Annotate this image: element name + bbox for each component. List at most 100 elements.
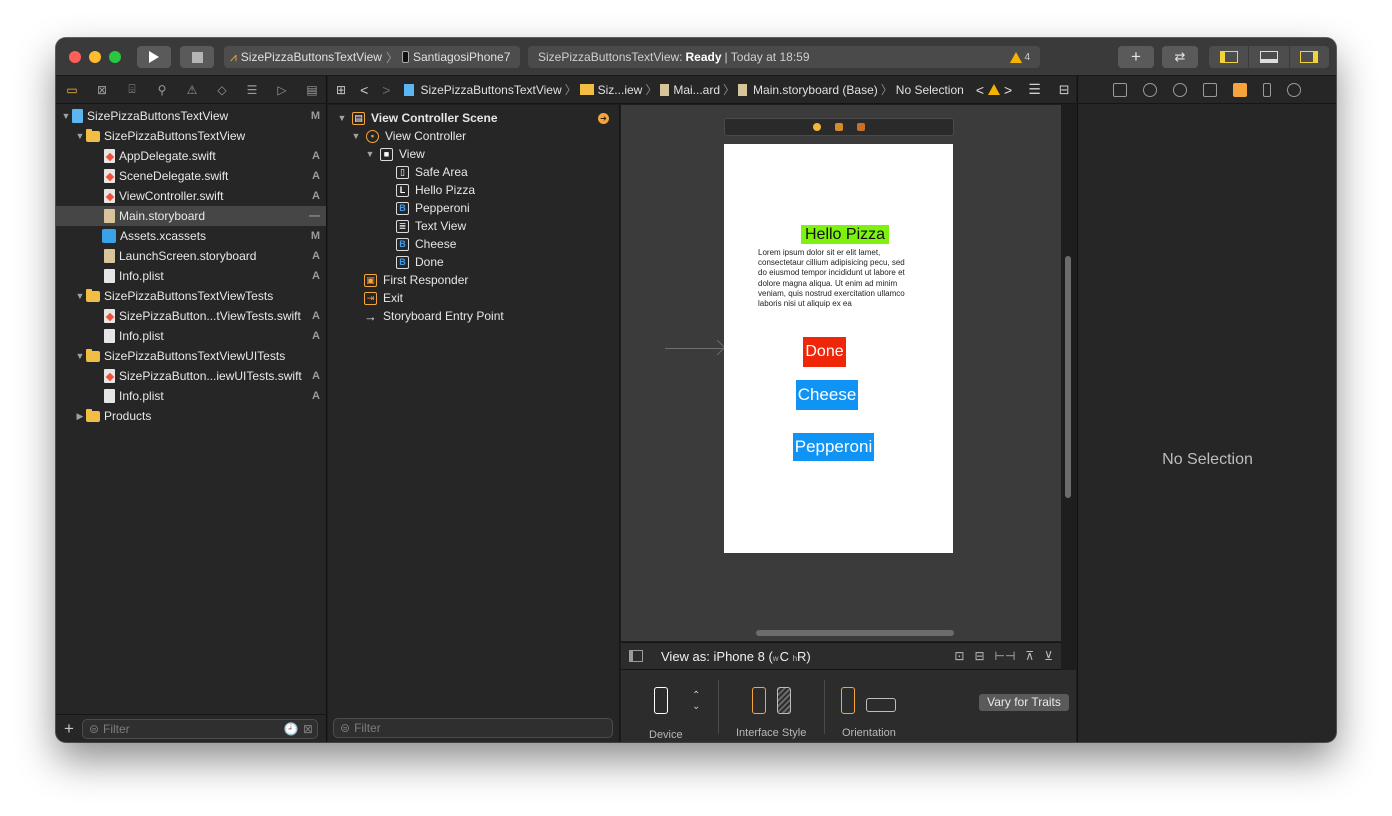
- connections-inspector-icon[interactable]: [1287, 82, 1301, 97]
- outline-row[interactable]: ▯ Safe Area: [328, 163, 619, 181]
- tree-row[interactable]: LaunchScreen.storyboard A: [56, 246, 326, 266]
- vary-for-traits-button[interactable]: Vary for Traits: [979, 694, 1069, 711]
- history-inspector-icon[interactable]: [1143, 82, 1157, 97]
- disclosure-open-icon[interactable]: ▼: [74, 131, 86, 141]
- device-phone-icon[interactable]: [654, 687, 668, 714]
- disclosure-open-icon[interactable]: ▼: [60, 111, 72, 121]
- resolve-issues-icon[interactable]: ⊼: [1025, 649, 1034, 663]
- tree-row[interactable]: ▼ SizePizzaButtonsTextView M: [56, 106, 326, 126]
- folder-tab-icon[interactable]: ▭: [64, 82, 80, 98]
- search-tab-icon[interactable]: ⚲: [154, 82, 170, 98]
- report-tab-icon[interactable]: ▤: [304, 82, 320, 98]
- tree-row[interactable]: Main.storyboard —: [56, 206, 326, 226]
- previous-issue-icon[interactable]: <: [976, 82, 984, 98]
- breadcrumb-localization[interactable]: Main.storyboard (Base): [753, 83, 878, 97]
- toggle-debug-button[interactable]: [1248, 46, 1288, 68]
- run-button[interactable]: [137, 46, 171, 68]
- tree-row[interactable]: Info.plist A: [56, 266, 326, 286]
- stop-button[interactable]: [180, 46, 214, 68]
- test-tab-icon[interactable]: ◇: [214, 82, 230, 98]
- recent-files-icon[interactable]: 🕘: [284, 722, 299, 736]
- next-issue-icon[interactable]: >: [1004, 82, 1012, 98]
- dark-appearance-icon[interactable]: [777, 687, 791, 714]
- breadcrumb-file[interactable]: Mai...ard: [673, 83, 720, 97]
- text-view[interactable]: Lorem ipsum dolor sit er elit lamet, con…: [758, 248, 908, 309]
- outline-row[interactable]: ▼ ■ View: [328, 145, 619, 163]
- disclosure-open-icon[interactable]: ▼: [74, 351, 86, 361]
- tree-row[interactable]: ▼ SizePizzaButtonsTextView: [56, 126, 326, 146]
- back-icon[interactable]: <: [360, 82, 368, 98]
- breadcrumb-project[interactable]: SizePizzaButtonsTextView: [420, 83, 561, 97]
- view-as-label[interactable]: View as: iPhone 8 (wC hR): [661, 649, 811, 664]
- disclosure-closed-icon[interactable]: ▶: [74, 411, 86, 422]
- iphone-view-frame[interactable]: Hello Pizza Lorem ipsum dolor sit er eli…: [724, 144, 953, 553]
- minimize-window-button[interactable]: [89, 51, 101, 63]
- outline-scene-row[interactable]: ▼ ▤ View Controller Scene ➔: [328, 109, 619, 127]
- tree-row[interactable]: SizePizzaButton...tViewTests.swift A: [56, 306, 326, 326]
- outline-filter-field[interactable]: ⊜ Filter: [333, 718, 613, 738]
- outline-row[interactable]: L Hello Pizza: [328, 181, 619, 199]
- outline-row[interactable]: B Pepperoni: [328, 199, 619, 217]
- storyboard-entry-arrow[interactable]: [665, 348, 723, 349]
- zoom-window-button[interactable]: [109, 51, 121, 63]
- outline-row[interactable]: B Cheese: [328, 235, 619, 253]
- identity-inspector-icon[interactable]: [1203, 82, 1217, 97]
- issue-tab-icon[interactable]: ⚠: [184, 82, 200, 98]
- tree-row[interactable]: Info.plist A: [56, 386, 326, 406]
- align-icon[interactable]: ⊟: [974, 649, 984, 663]
- tree-row[interactable]: Info.plist A: [56, 326, 326, 346]
- outline-row[interactable]: ▣ First Responder: [328, 271, 619, 289]
- size-inspector-icon[interactable]: [1263, 82, 1271, 97]
- tree-row[interactable]: Assets.xcassets M: [56, 226, 326, 246]
- first-responder-icon[interactable]: [835, 123, 843, 131]
- breakpoint-tab-icon[interactable]: ▷: [274, 82, 290, 98]
- add-file-icon[interactable]: +: [64, 719, 74, 739]
- outline-row[interactable]: → Storyboard Entry Point: [328, 307, 619, 325]
- warning-indicator[interactable]: 4: [1010, 51, 1030, 63]
- device-stepper-icon[interactable]: ⌃ ⌄: [692, 690, 700, 712]
- add-editor-icon[interactable]: ⊟: [1059, 82, 1070, 98]
- tree-row[interactable]: ▼ SizePizzaButtonsTextViewUITests: [56, 346, 326, 366]
- tree-row[interactable]: SceneDelegate.swift A: [56, 166, 326, 186]
- scheme-selector[interactable]: ⩘ SizePizzaButtonsTextView 〉 SantiagosiP…: [224, 46, 520, 68]
- tree-row[interactable]: ▼ SizePizzaButtonsTextViewTests: [56, 286, 326, 306]
- file-inspector-icon[interactable]: [1113, 82, 1127, 97]
- attributes-inspector-icon[interactable]: [1233, 82, 1247, 97]
- library-button[interactable]: +: [1118, 46, 1154, 68]
- pepperoni-button[interactable]: Pepperoni: [793, 433, 874, 461]
- navigator-filter-field[interactable]: ⊜ Filter 🕘 ⊠: [81, 718, 318, 739]
- help-inspector-icon[interactable]: [1173, 82, 1187, 97]
- done-button[interactable]: Done: [803, 337, 846, 367]
- breadcrumb-group[interactable]: Siz...iew: [598, 83, 643, 97]
- close-window-button[interactable]: [69, 51, 81, 63]
- add-constraints-icon[interactable]: ⊢⊣: [995, 649, 1016, 663]
- exit-icon[interactable]: [857, 123, 865, 131]
- tree-row[interactable]: ▶ Products: [56, 406, 326, 426]
- outline-row[interactable]: B Done: [328, 253, 619, 271]
- horizontal-scrollbar[interactable]: [756, 630, 954, 636]
- hello-pizza-label[interactable]: Hello Pizza: [801, 225, 889, 244]
- hide-outline-icon[interactable]: [629, 650, 643, 662]
- forward-icon[interactable]: >: [382, 82, 390, 98]
- landscape-orientation-icon[interactable]: [866, 698, 896, 712]
- embed-in-icon[interactable]: ⊻: [1044, 649, 1053, 663]
- editor-options-icon[interactable]: ☰: [1028, 81, 1041, 98]
- disclosure-open-icon[interactable]: ▼: [350, 131, 362, 141]
- debug-tab-icon[interactable]: ☰: [244, 82, 260, 98]
- scm-filter-icon[interactable]: ⊠: [303, 722, 313, 736]
- outline-row[interactable]: ▼ ▪ View Controller: [328, 127, 619, 145]
- related-items-icon[interactable]: ⊞: [336, 83, 346, 97]
- scene-dock[interactable]: [724, 118, 954, 136]
- disclosure-open-icon[interactable]: ▼: [336, 113, 348, 123]
- portrait-orientation-icon[interactable]: [841, 687, 855, 714]
- tree-row[interactable]: SizePizzaButton...iewUITests.swift A: [56, 366, 326, 386]
- tree-row[interactable]: AppDelegate.swift A: [56, 146, 326, 166]
- outline-row[interactable]: ≣ Text View: [328, 217, 619, 235]
- view-controller-icon[interactable]: [813, 123, 821, 131]
- update-frames-icon[interactable]: ⊡: [954, 649, 964, 663]
- toggle-navigator-button[interactable]: [1209, 46, 1248, 68]
- outline-row[interactable]: ⇥ Exit: [328, 289, 619, 307]
- toggle-inspector-button[interactable]: [1288, 46, 1329, 68]
- disclosure-open-icon[interactable]: ▼: [364, 149, 376, 159]
- light-appearance-icon[interactable]: [752, 687, 766, 714]
